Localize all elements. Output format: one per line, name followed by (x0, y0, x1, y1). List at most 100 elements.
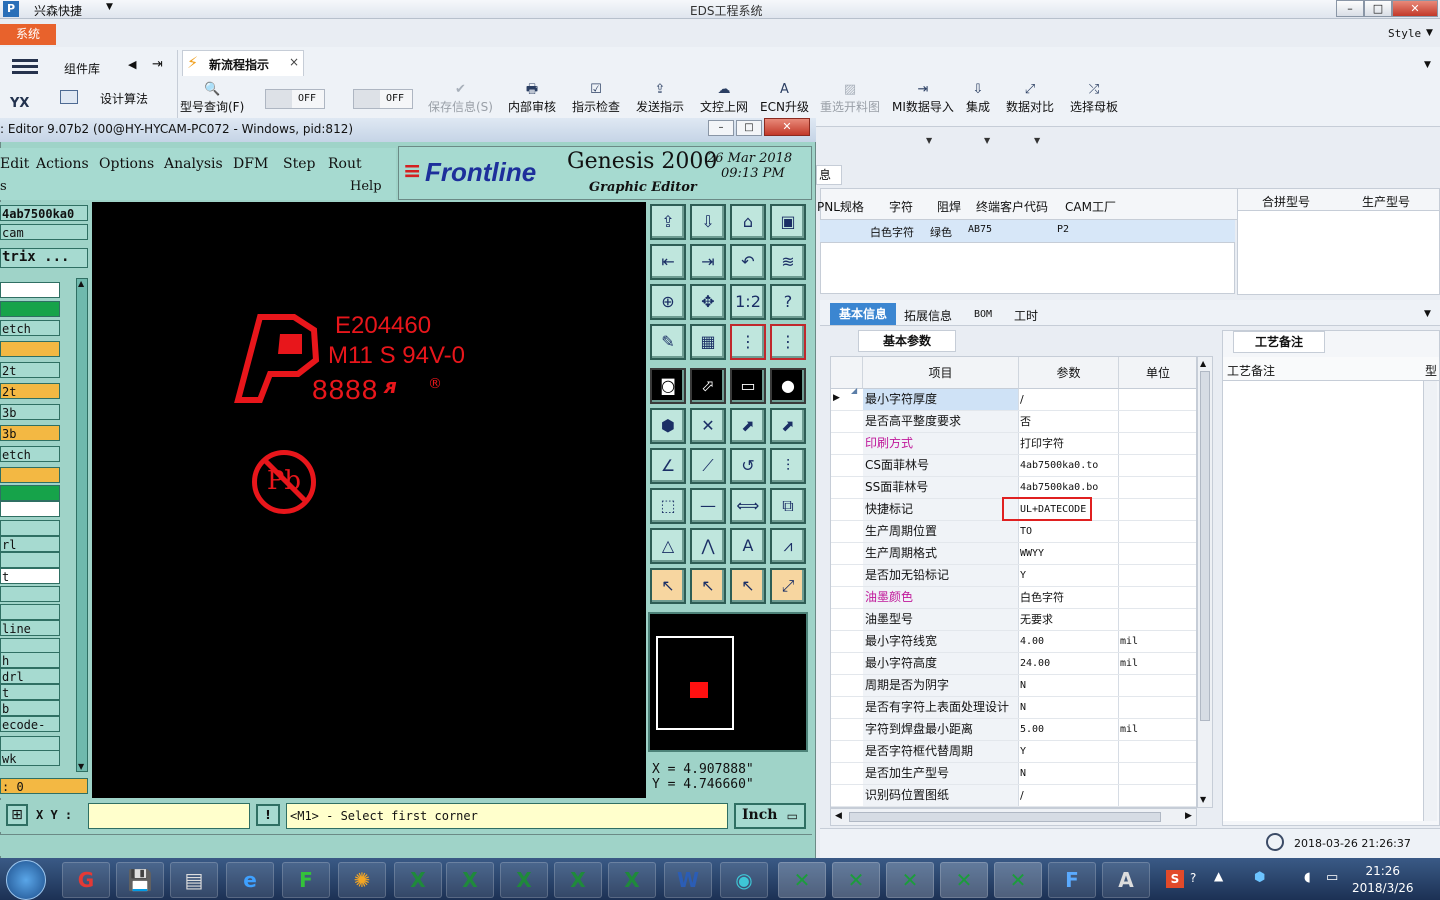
excel-taskbar-icon-4[interactable]: X (554, 862, 602, 898)
volume-tray-icon[interactable]: ◖ (1304, 870, 1311, 885)
acrobat-taskbar-icon[interactable]: A (1102, 862, 1150, 898)
menu-rout[interactable]: Rout (328, 156, 362, 172)
scroll-left-icon[interactable]: ◀ (835, 811, 842, 821)
style-menu[interactable]: Style (1388, 27, 1421, 40)
tool-button-22[interactable]: ⬈ (730, 408, 766, 444)
scroll-right-icon[interactable]: ▶ (1185, 811, 1192, 821)
table-row[interactable]: 是否高平整度要求否 (831, 411, 1196, 433)
cell-value[interactable]: 4ab7500ka0.to (1019, 455, 1119, 476)
layer-item[interactable] (0, 604, 60, 620)
table-row[interactable]: 字符到焊盘最小距离 5.00 mil (831, 719, 1196, 741)
tool-button-10[interactable]: 1:2 (730, 284, 766, 320)
component-library-label[interactable]: 组件库 (64, 60, 100, 77)
toolbar-button-11[interactable]: ⤮ 选择母板 (1070, 82, 1118, 115)
layer-item[interactable]: 3b (0, 404, 60, 420)
subtab-basic-params[interactable]: 基本参数 (858, 330, 956, 352)
cell-value[interactable]: Y (1019, 565, 1119, 586)
toolbar-button-8[interactable]: ⇥ MI数据导入 (892, 82, 954, 115)
layer-item[interactable]: wk (0, 750, 60, 766)
taskbar-clock[interactable]: 21:26 2018/3/26 (1352, 863, 1414, 897)
toolbar-button-4[interactable]: ⇪ 发送指示 (636, 82, 684, 115)
table-row[interactable]: 周期是否为阴字 N (831, 675, 1196, 697)
toolbar-button-1[interactable]: ✔ 保存信息(S) (428, 82, 493, 115)
table-row[interactable]: 生产周期位置 TO (831, 521, 1196, 543)
menu-help[interactable]: Help (350, 179, 382, 194)
eye-taskbar-icon[interactable]: ◉ (720, 862, 768, 898)
col-item[interactable]: 项目 (863, 357, 1019, 389)
cell-value[interactable]: 4ab7500ka0.bo (1019, 477, 1119, 498)
col-pnl-spec[interactable]: PNL规格 (817, 198, 864, 215)
maximize-button[interactable]: □ (1364, 0, 1392, 17)
tool-button-15[interactable]: ⋮ (770, 324, 806, 360)
ie-taskbar-icon[interactable]: e (226, 862, 274, 898)
tool-button-34[interactable]: A (730, 528, 766, 564)
table-row[interactable]: CS面菲林号 4ab7500ka0.to (831, 455, 1196, 477)
frontline-taskbar-icon[interactable]: F (282, 862, 330, 898)
toolbar-dropdown-icon[interactable]: ▼ (926, 136, 932, 145)
genesis-maximize-button[interactable]: □ (736, 120, 762, 136)
table-row[interactable]: 是否加生产型号 N (831, 763, 1196, 785)
tool-button-3[interactable]: ▣ (770, 204, 806, 240)
toggle-switch-2[interactable]: OFF (353, 89, 413, 109)
graphic-canvas[interactable]: E204460 M11 S 94V-0 8888 ᴙ ® Pb (92, 202, 646, 798)
tool-button-26[interactable]: ↺ (730, 448, 766, 484)
toolbar-button-0[interactable]: 🔍 型号查询(F) (180, 82, 244, 115)
tool-button-16[interactable]: ◙ (650, 368, 686, 404)
table-row[interactable]: 印刷方式 打印字符 (831, 433, 1196, 455)
matrix-button[interactable]: trix ... (0, 248, 88, 268)
system-menu-button[interactable]: 系统 (0, 24, 56, 45)
menu-dfm[interactable]: DFM (233, 156, 268, 172)
layer-item[interactable]: 2t (0, 362, 60, 378)
tabs-dropdown-icon[interactable]: ▼ (1424, 309, 1431, 319)
excel-taskbar-icon-1[interactable]: X (394, 862, 442, 898)
app-taskbar-icon-3[interactable]: ✕ (886, 862, 934, 898)
tool-button-39[interactable]: ⤢ (770, 568, 806, 604)
tool-button-24[interactable]: ∠ (650, 448, 686, 484)
nav-back-icon[interactable]: ◀ (128, 58, 136, 71)
layer-item[interactable] (0, 520, 60, 536)
layer-item[interactable] (0, 301, 60, 317)
summary-grid-row[interactable]: 白色字符 绿色 AB75 P2 (820, 220, 1235, 242)
layer-item[interactable] (0, 341, 60, 357)
tool-button-7[interactable]: ≋ (770, 244, 806, 280)
tool-button-8[interactable]: ⊕ (650, 284, 686, 320)
tool-button-14[interactable]: ⋮ (730, 324, 766, 360)
start-button[interactable] (6, 860, 46, 900)
layer-item[interactable]: t (0, 568, 60, 584)
layer-item[interactable] (0, 282, 60, 298)
cell-value[interactable]: 否 (1019, 411, 1119, 432)
shell-taskbar-icon[interactable]: ✺ (338, 862, 386, 898)
table-row[interactable]: 生产周期格式 WWYY (831, 543, 1196, 565)
cell-value[interactable]: N (1019, 697, 1119, 718)
toolbar-button-5[interactable]: ☁ 文控上网 (700, 82, 748, 115)
save-taskbar-icon[interactable]: 💾 (116, 862, 164, 898)
tool-button-33[interactable]: ⋀ (690, 528, 726, 564)
table-row[interactable]: 最小字符线宽 4.00 mil (831, 631, 1196, 653)
table-row[interactable]: 最小字符高度 24.00 mil (831, 653, 1196, 675)
tab-extended-info[interactable]: 拓展信息 (904, 307, 952, 324)
tab-process-note[interactable]: 工艺备注 (1233, 331, 1325, 353)
col-param[interactable]: 参数 (1019, 357, 1119, 389)
tool-button-32[interactable]: △ (650, 528, 686, 564)
ribbon-collapse-icon[interactable]: ▼ (1424, 60, 1431, 70)
word-taskbar-icon[interactable]: W (664, 862, 712, 898)
toolbar-button-2[interactable]: 🖶 内部审核 (508, 82, 556, 115)
hamburger-menu-icon[interactable] (12, 56, 38, 78)
app-taskbar-icon-1[interactable]: ✕ (778, 862, 826, 898)
table-vertical-scrollbar[interactable]: ▲ ▼ (1197, 356, 1213, 808)
toolbar-button-7[interactable]: ▨ 重选开料图 (820, 82, 880, 115)
tab-work-hours[interactable]: 工时 (1014, 307, 1038, 324)
style-dropdown-icon[interactable]: ▼ (1426, 28, 1433, 38)
cell-value[interactable]: 4.00 (1019, 631, 1119, 652)
toolbar-button-10[interactable]: ⤢ 数据对比 (1006, 82, 1054, 115)
layer-item[interactable] (0, 467, 60, 483)
table-row[interactable]: 是否加无铅标记 Y (831, 565, 1196, 587)
tool-button-21[interactable]: ✕ (690, 408, 726, 444)
excel-taskbar-icon-3[interactable]: X (500, 862, 548, 898)
fly-taskbar-icon[interactable]: F (1048, 862, 1096, 898)
hscroll-thumb[interactable] (849, 812, 1161, 822)
layer-item[interactable]: line (0, 620, 60, 636)
cell-value[interactable]: TO (1019, 521, 1119, 542)
menu-step[interactable]: Step (283, 156, 315, 172)
toolbar-button-9[interactable]: ⇩ 集成 (966, 82, 990, 115)
